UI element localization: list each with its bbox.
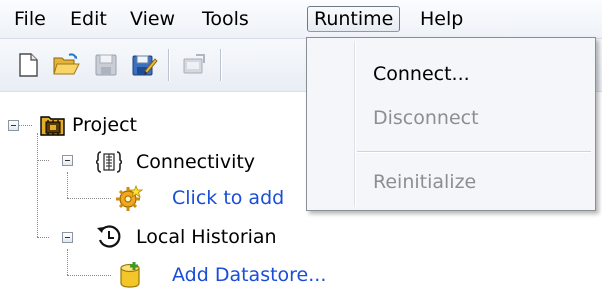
- tree-label-local-historian: Local Historian: [136, 226, 277, 248]
- tree-node-add-datastore[interactable]: Add Datastore...: [114, 262, 334, 288]
- save-icon[interactable]: [92, 51, 120, 79]
- menu-tools[interactable]: Tools: [196, 6, 255, 32]
- collapse-toggle-local-historian[interactable]: [62, 232, 73, 243]
- menu-item-disconnect[interactable]: Disconnect: [373, 104, 479, 132]
- menu-separator: [357, 151, 591, 152]
- menu-help[interactable]: Help: [414, 6, 469, 32]
- gear-star-icon: [114, 184, 144, 211]
- collapse-toggle-connectivity[interactable]: [62, 155, 73, 166]
- menu-bar: File Edit View Tools Runtime Help: [0, 0, 602, 39]
- open-folder-icon[interactable]: [52, 51, 80, 79]
- menu-item-connect[interactable]: Connect...: [373, 60, 470, 88]
- tree-connector: [67, 198, 111, 199]
- menu-item-reinitialize[interactable]: Reinitialize: [373, 168, 476, 196]
- tree-node-local-historian[interactable]: Local Historian: [96, 224, 326, 250]
- historian-clock-icon: [96, 224, 122, 250]
- menu-runtime[interactable]: Runtime: [307, 6, 401, 32]
- tree-node-connectivity[interactable]: Connectivity: [94, 149, 316, 175]
- tree-connector: [67, 275, 111, 276]
- project-icon: [40, 112, 66, 138]
- datastore-icon: [118, 262, 144, 288]
- connectivity-icon: [94, 149, 124, 175]
- tree-connector: [37, 237, 49, 238]
- new-document-icon[interactable]: [14, 51, 42, 79]
- menu-file[interactable]: File: [8, 6, 52, 32]
- tree-connector: [67, 172, 68, 198]
- deploy-icon[interactable]: [180, 51, 208, 79]
- runtime-dropdown-menu: Connect... Disconnect Reinitialize: [306, 37, 596, 211]
- tree-label-add-datastore: Add Datastore...: [172, 264, 327, 286]
- menu-edit[interactable]: Edit: [64, 6, 113, 32]
- collapse-toggle-project[interactable]: [8, 120, 19, 131]
- menu-view[interactable]: View: [124, 6, 181, 32]
- tree-node-project[interactable]: Project: [40, 112, 240, 138]
- tree-label-click-to-add: Click to add: [172, 187, 285, 209]
- save-as-icon[interactable]: [130, 51, 158, 79]
- tree-connector: [37, 160, 49, 161]
- tree-node-click-to-add[interactable]: Click to add: [114, 184, 314, 211]
- tree-label-project: Project: [72, 114, 138, 136]
- tree-connector: [67, 249, 68, 275]
- toolbar-separator-2: [220, 49, 221, 81]
- tree-label-connectivity: Connectivity: [136, 151, 256, 173]
- tree-connector: [37, 133, 38, 237]
- toolbar-separator: [168, 49, 169, 81]
- menu-icon-gutter: [354, 41, 355, 207]
